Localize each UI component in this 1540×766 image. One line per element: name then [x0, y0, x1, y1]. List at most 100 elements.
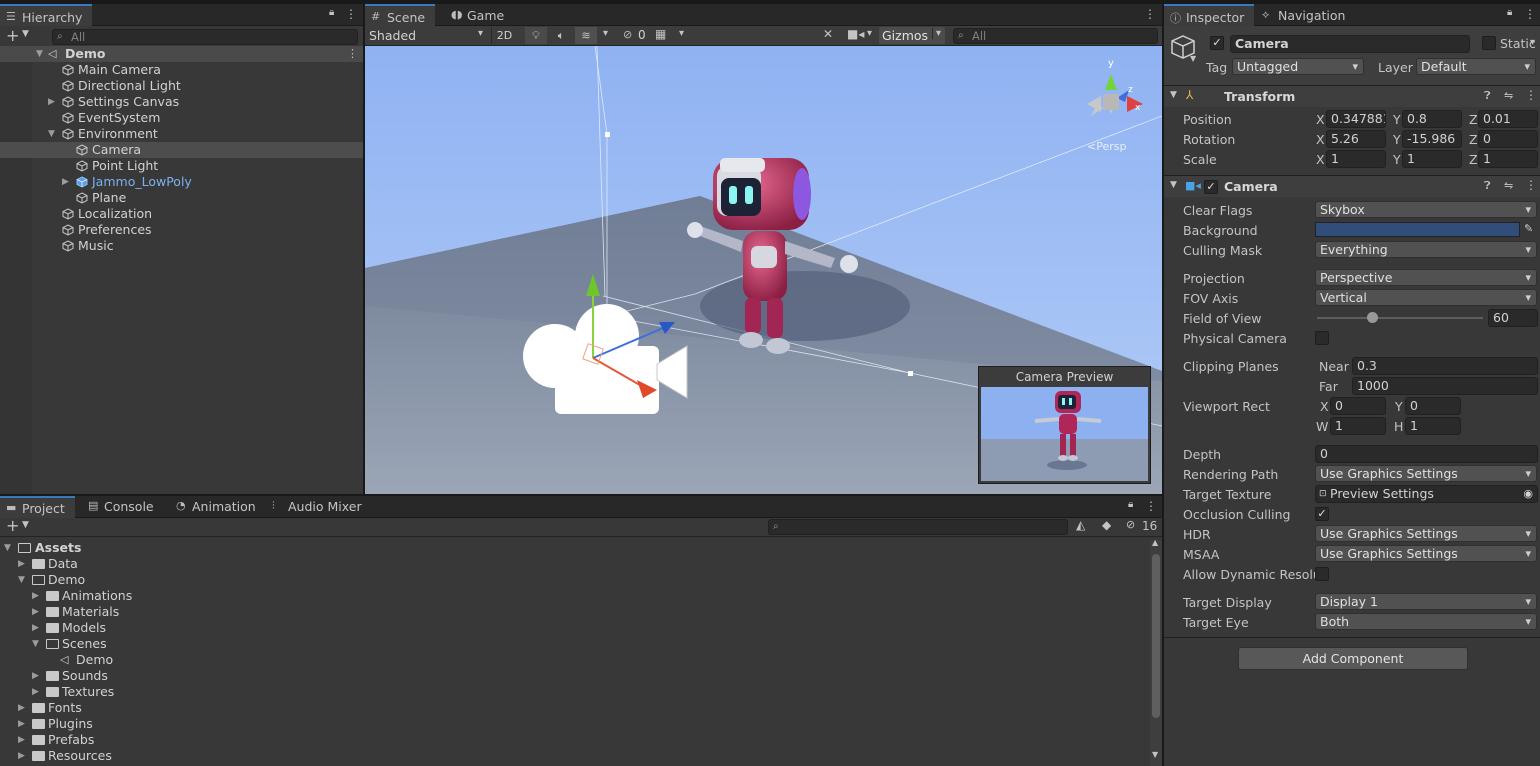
far-field[interactable]: 1000	[1352, 377, 1538, 395]
project-folder-assets[interactable]: ▼ Assets	[4, 540, 81, 556]
presets-icon[interactable]: ⇋	[1504, 179, 1513, 192]
tag-dropdown[interactable]: Untagged	[1232, 58, 1364, 75]
transform-header[interactable]: ▼ ⅄ Transform ❓︎ ⇋ ⋮	[1164, 85, 1540, 107]
target-display-dropdown[interactable]: Display 1	[1315, 593, 1537, 610]
tab-hierarchy[interactable]: ☰ Hierarchy	[0, 4, 93, 26]
viewport-x-field[interactable]: 0	[1330, 397, 1386, 415]
scroll-down-icon[interactable]: ▼	[1152, 750, 1158, 759]
tab-inspector[interactable]: ⓘ Inspector	[1164, 4, 1255, 26]
scale-x-field[interactable]: 1	[1326, 150, 1386, 168]
expand-arrow-icon[interactable]: ▶	[32, 620, 39, 636]
project-folder-models[interactable]: ▶ Models	[32, 620, 106, 636]
hierarchy-item-jammo-lowpoly[interactable]: ▶ Jammo_LowPoly	[62, 174, 192, 190]
chevron-down-icon[interactable]: ▼	[22, 520, 29, 530]
project-folder-plugins[interactable]: ▶ Plugins	[18, 716, 93, 732]
hierarchy-item-environment[interactable]: ▼ Environment	[48, 126, 158, 142]
near-field[interactable]: 0.3	[1352, 357, 1538, 375]
lock-icon[interactable]: 🔒︎	[329, 7, 334, 18]
tools-icon[interactable]: ✕	[823, 27, 833, 41]
position-x-field[interactable]: 0.347881	[1326, 110, 1386, 128]
kebab-menu-icon[interactable]: ⋮	[1144, 7, 1156, 21]
fov-slider-thumb[interactable]	[1366, 312, 1378, 323]
expand-arrow-icon[interactable]: ▶	[32, 588, 39, 604]
physical-camera-checkbox[interactable]	[1315, 331, 1329, 345]
clear-flags-dropdown[interactable]: Skybox	[1315, 201, 1537, 218]
hierarchy-item-preferences[interactable]: Preferences	[62, 222, 152, 238]
fov-axis-dropdown[interactable]: Vertical	[1315, 289, 1537, 306]
filter-by-type-icon[interactable]: ◭	[1076, 518, 1085, 532]
hierarchy-item-eventsystem[interactable]: EventSystem	[62, 110, 160, 126]
object-picker-icon[interactable]: ◉	[1523, 486, 1533, 502]
lighting-toggle[interactable]: 💡︎	[525, 27, 547, 44]
kebab-menu-icon[interactable]: ⋮	[1524, 7, 1536, 21]
project-search-input[interactable]: ⌕	[768, 519, 1068, 535]
scale-z-field[interactable]: 1	[1478, 150, 1538, 168]
viewport-y-field[interactable]: 0	[1405, 397, 1461, 415]
fov-value-field[interactable]: 60	[1488, 309, 1538, 327]
rotation-y-field[interactable]: -15.986	[1402, 130, 1462, 148]
gizmos-dropdown[interactable]: Gizmos ▾	[879, 27, 945, 44]
expand-arrow-icon[interactable]: ▶	[48, 94, 55, 110]
frustum-handle[interactable]	[605, 132, 610, 137]
tab-scene[interactable]: # Scene	[365, 4, 436, 26]
collapse-arrow-icon[interactable]: ▼	[1170, 90, 1177, 100]
project-folder-demo[interactable]: ▼ Demo	[18, 572, 85, 588]
hdr-dropdown[interactable]: Use Graphics Settings	[1315, 525, 1537, 542]
tab-game[interactable]: ◖◗ Game	[445, 4, 514, 26]
project-folder-prefabs[interactable]: ▶ Prefabs	[18, 732, 94, 748]
project-folder-resources[interactable]: ▶ Resources	[18, 748, 112, 764]
component-menu-icon[interactable]: ⋮	[1525, 88, 1537, 102]
filter-by-label-icon[interactable]: ◆	[1102, 518, 1111, 532]
rendering-path-dropdown[interactable]: Use Graphics Settings	[1315, 465, 1537, 482]
scrollbar-thumb[interactable]	[1152, 554, 1160, 718]
hierarchy-item-settings-canvas[interactable]: ▶ Settings Canvas	[48, 94, 179, 110]
camera-component-header[interactable]: ▼ ■◂ ✓ Camera ❓︎ ⇋ ⋮	[1164, 175, 1540, 197]
tab-animation[interactable]: ◔ Animation	[170, 496, 266, 518]
tab-console[interactable]: ▤ Console	[82, 496, 164, 518]
hidden-packages-icon[interactable]: ⊘	[1126, 518, 1135, 531]
static-chevron-icon[interactable]: ▾	[1530, 37, 1535, 48]
kebab-menu-icon[interactable]: ⋮	[345, 7, 357, 21]
grid-toggle-icon[interactable]: ▦	[655, 27, 666, 41]
rotation-x-field[interactable]: 5.26	[1326, 130, 1386, 148]
add-icon[interactable]: +	[6, 26, 19, 45]
fov-slider-track[interactable]	[1317, 317, 1483, 319]
collapse-arrow-icon[interactable]: ▼	[4, 540, 11, 556]
kebab-menu-icon[interactable]: ⋮	[1145, 499, 1157, 513]
eyedropper-icon[interactable]: ✎	[1524, 222, 1533, 235]
effects-toggle-icon[interactable]: ≋	[575, 27, 597, 44]
hierarchy-search-input[interactable]: ⌕ All	[52, 29, 358, 45]
camera-settings-icon[interactable]: ■◂	[847, 27, 864, 41]
collapse-arrow-icon[interactable]: ▼	[1170, 180, 1177, 190]
chevron-down-icon[interactable]: ▼	[22, 29, 29, 39]
hierarchy-item-main-camera[interactable]: Main Camera	[62, 62, 161, 78]
expand-arrow-icon[interactable]: ▶	[32, 604, 39, 620]
persp-label[interactable]: <Persp	[1087, 140, 1126, 153]
position-z-field[interactable]: 0.01	[1478, 110, 1538, 128]
project-folder-scenes[interactable]: ▼ Scenes	[32, 636, 107, 652]
rotation-z-field[interactable]: 0	[1478, 130, 1538, 148]
lock-icon[interactable]: 🔒︎	[1128, 499, 1133, 510]
hierarchy-item-camera[interactable]: Camera	[76, 142, 141, 158]
component-menu-icon[interactable]: ⋮	[1525, 178, 1537, 192]
tab-project[interactable]: ▬ Project	[0, 496, 75, 518]
lock-icon[interactable]: 🔒︎	[1507, 7, 1512, 18]
add-icon[interactable]: +	[6, 516, 19, 535]
msaa-dropdown[interactable]: Use Graphics Settings	[1315, 545, 1537, 562]
hierarchy-item-localization[interactable]: Localization	[62, 206, 152, 222]
expand-arrow-icon[interactable]: ▶	[18, 716, 25, 732]
chevron-down-icon[interactable]: ▼	[1190, 54, 1196, 63]
tab-audio-mixer[interactable]: ⫶ Audio Mixer	[266, 496, 372, 518]
project-folder-materials[interactable]: ▶ Materials	[32, 604, 119, 620]
scene-search-input[interactable]: ⌕ All	[953, 28, 1158, 44]
occlusion-culling-checkbox[interactable]: ✓	[1315, 507, 1329, 521]
expand-arrow-icon[interactable]: ▶	[62, 174, 69, 190]
active-checkbox[interactable]: ✓	[1210, 36, 1224, 50]
camera-chevron-icon[interactable]: ▾	[867, 28, 872, 39]
projection-dropdown[interactable]: Perspective	[1315, 269, 1537, 286]
position-y-field[interactable]: 0.8	[1402, 110, 1462, 128]
expand-arrow-icon[interactable]: ▶	[18, 700, 25, 716]
grid-chevron-icon[interactable]: ▾	[679, 28, 684, 39]
effects-chevron-icon[interactable]: ▾	[603, 28, 608, 39]
toggle-2d-button[interactable]: 2D	[491, 27, 517, 44]
